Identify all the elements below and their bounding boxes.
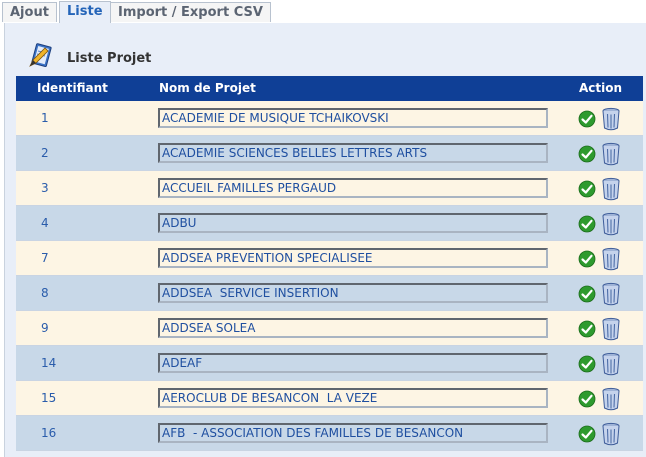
- project-name-field[interactable]: [158, 143, 548, 163]
- trash-can-icon[interactable]: [599, 281, 623, 307]
- check-icon[interactable]: [578, 145, 596, 163]
- panel-header: Liste Projet: [5, 23, 646, 76]
- project-id: 1: [41, 111, 49, 125]
- tab-liste[interactable]: Liste: [59, 1, 111, 24]
- check-icon[interactable]: [578, 215, 596, 233]
- tab-bar: Ajout Liste Import / Export CSV: [0, 0, 646, 24]
- check-icon[interactable]: [578, 390, 596, 408]
- project-name-field[interactable]: [158, 108, 548, 128]
- project-id: 16: [41, 426, 57, 440]
- project-name-field[interactable]: [158, 388, 548, 408]
- project-id: 15: [41, 391, 57, 405]
- tab-import-export-csv[interactable]: Import / Export CSV: [110, 2, 271, 22]
- trash-can-icon[interactable]: [599, 386, 623, 412]
- table-row: 4: [16, 206, 643, 241]
- table-row: 8: [16, 276, 643, 311]
- check-icon[interactable]: [578, 250, 596, 268]
- page-title: Liste Projet: [67, 51, 152, 66]
- project-name-field[interactable]: [158, 353, 548, 373]
- tab-ajout[interactable]: Ajout: [2, 2, 57, 22]
- check-icon[interactable]: [578, 285, 596, 303]
- project-name-field[interactable]: [158, 248, 548, 268]
- trash-can-icon[interactable]: [599, 421, 623, 447]
- project-name-field[interactable]: [158, 213, 548, 233]
- project-id: 8: [41, 286, 49, 300]
- table-body: 1 2 3: [16, 101, 643, 451]
- table-row: 15: [16, 381, 643, 416]
- edit-document-icon: [29, 43, 52, 68]
- check-icon[interactable]: [578, 425, 596, 443]
- project-id: 14: [41, 356, 57, 370]
- header-nom-de-projet: Nom de Projet: [159, 81, 256, 95]
- project-id: 7: [41, 251, 49, 265]
- list-panel: Liste Projet Identifiant Nom de Projet A…: [4, 23, 646, 457]
- header-identifiant: Identifiant: [37, 81, 108, 95]
- check-icon[interactable]: [578, 180, 596, 198]
- project-name-field[interactable]: [158, 423, 548, 443]
- project-name-field[interactable]: [158, 283, 548, 303]
- table-header: Identifiant Nom de Projet Action: [16, 76, 643, 101]
- project-id: 2: [41, 146, 49, 160]
- check-icon[interactable]: [578, 320, 596, 338]
- project-id: 3: [41, 181, 49, 195]
- table-row: 2: [16, 136, 643, 171]
- project-id: 4: [41, 216, 49, 230]
- table-row: 16: [16, 416, 643, 451]
- trash-can-icon[interactable]: [599, 211, 623, 237]
- table-row: 9: [16, 311, 643, 346]
- header-action: Action: [579, 81, 623, 95]
- trash-can-icon[interactable]: [599, 316, 623, 342]
- project-name-field[interactable]: [158, 178, 548, 198]
- check-icon[interactable]: [578, 355, 596, 373]
- table-row: 1: [16, 101, 643, 136]
- trash-can-icon[interactable]: [599, 106, 623, 132]
- project-name-field[interactable]: [158, 318, 548, 338]
- table-row: 14: [16, 346, 643, 381]
- trash-can-icon[interactable]: [599, 141, 623, 167]
- trash-can-icon[interactable]: [599, 176, 623, 202]
- trash-can-icon[interactable]: [599, 351, 623, 377]
- trash-can-icon[interactable]: [599, 246, 623, 272]
- project-id: 9: [41, 321, 49, 335]
- table-row: 3: [16, 171, 643, 206]
- check-icon[interactable]: [578, 110, 596, 128]
- table-row: 7: [16, 241, 643, 276]
- projects-table: Identifiant Nom de Projet Action 1 2: [16, 76, 643, 451]
